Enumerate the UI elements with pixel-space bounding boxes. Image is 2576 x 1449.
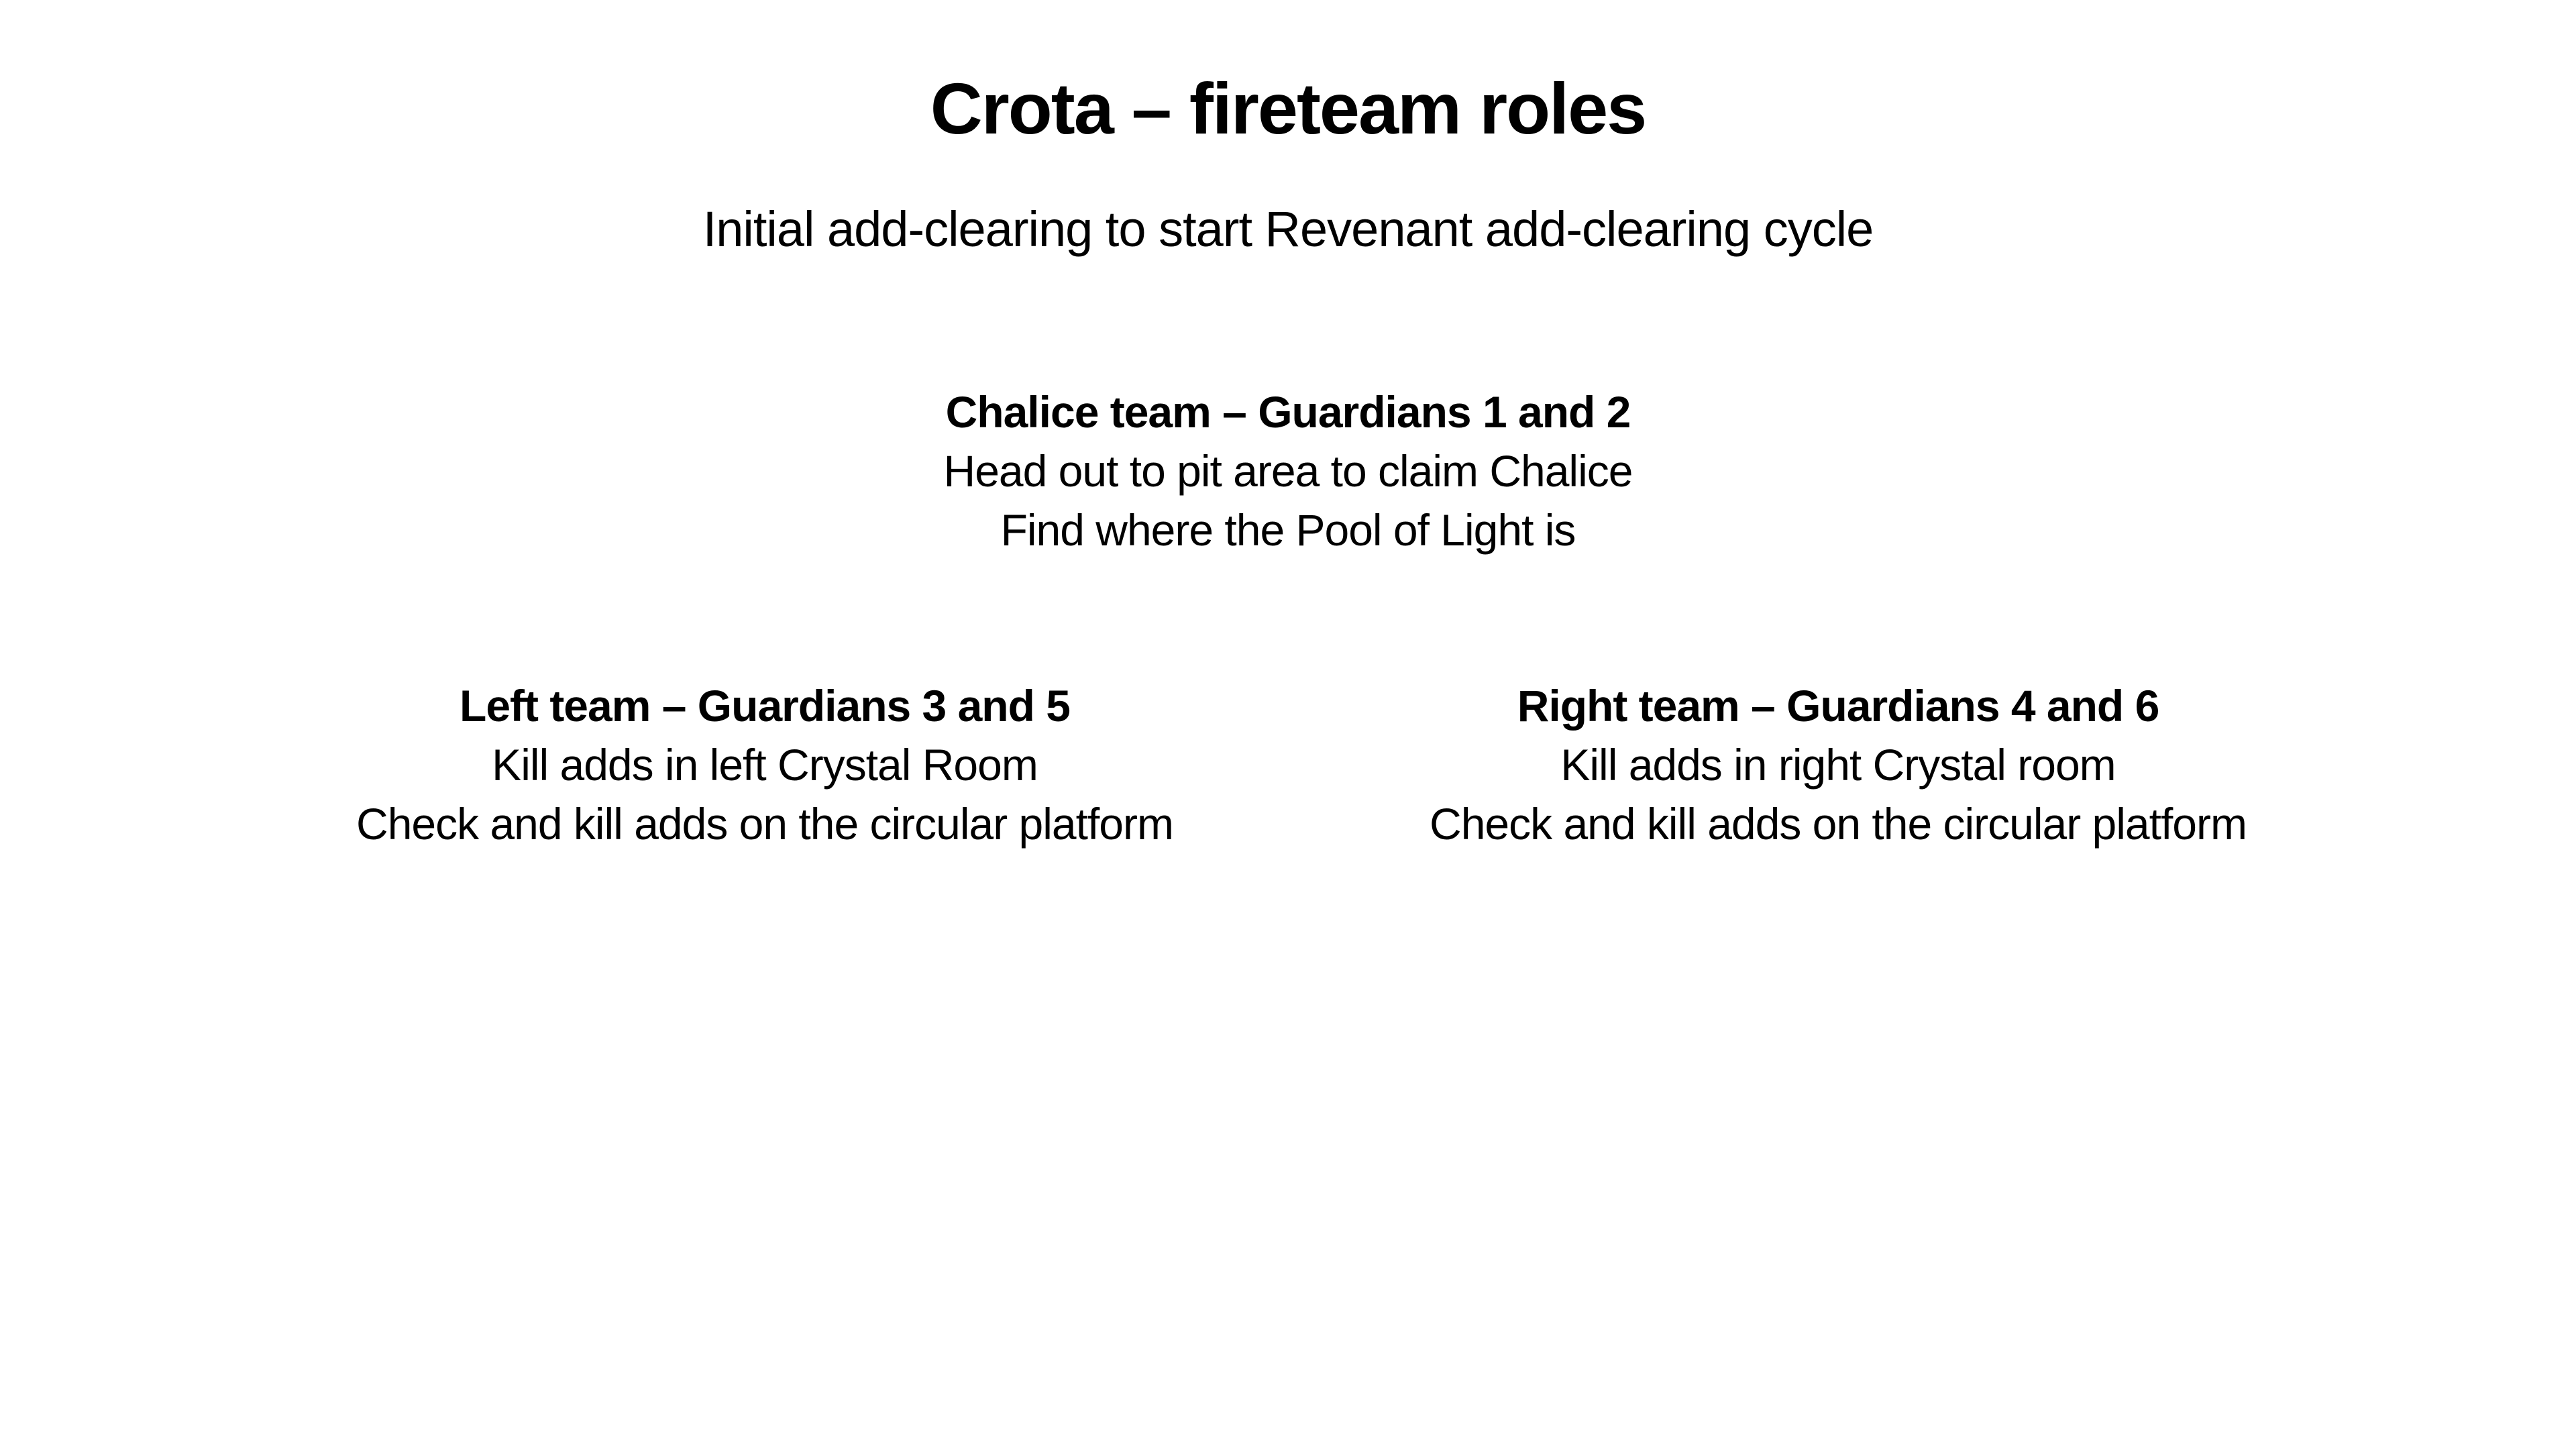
- left-team-block: Left team – Guardians 3 and 5 Kill adds …: [228, 676, 1301, 853]
- chalice-team-task: Find where the Pool of Light is: [1000, 505, 1576, 555]
- chalice-team-block: Chalice team – Guardians 1 and 2 Head ou…: [684, 382, 1892, 559]
- right-team-block: Right team – Guardians 4 and 6 Kill adds…: [1301, 676, 2375, 853]
- right-team-task: Kill adds in right Crystal room: [1560, 740, 2116, 790]
- left-team-task: Kill adds in left Crystal Room: [492, 740, 1038, 790]
- slide-title: Crota – fireteam roles: [930, 68, 1647, 149]
- left-team-heading: Left team – Guardians 3 and 5: [460, 681, 1071, 731]
- chalice-team-task: Head out to pit area to claim Chalice: [943, 446, 1633, 496]
- right-team-task: Check and kill adds on the circular plat…: [1430, 799, 2247, 849]
- slide-subtitle: Initial add-clearing to start Revenant a…: [702, 201, 1874, 257]
- left-team-task: Check and kill adds on the circular plat…: [356, 799, 1174, 849]
- right-team-heading: Right team – Guardians 4 and 6: [1517, 681, 2160, 731]
- chalice-team-heading: Chalice team – Guardians 1 and 2: [945, 387, 1631, 437]
